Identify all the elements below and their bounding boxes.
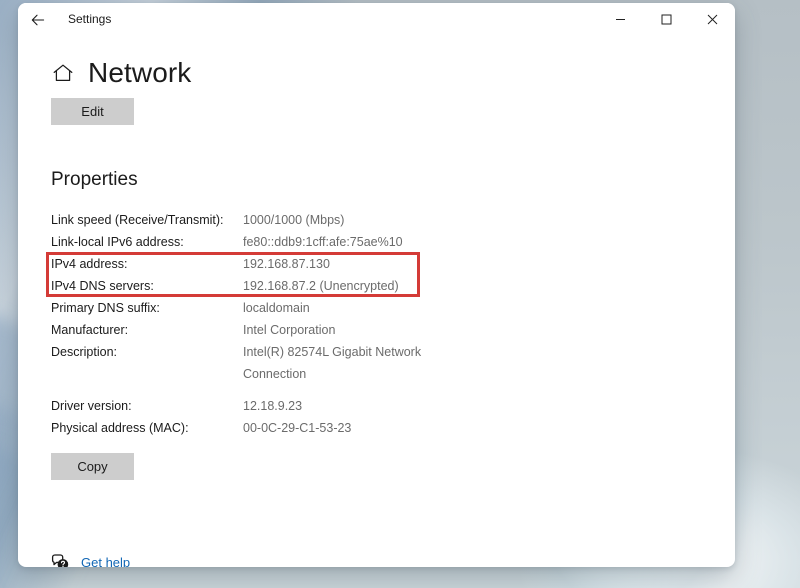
property-label: Driver version:: [51, 395, 243, 417]
table-row: IPv4 address: 192.168.87.130: [51, 253, 471, 275]
settings-page: Network Edit Properties Link speed (Rece…: [18, 57, 735, 567]
minimize-icon: [615, 14, 626, 25]
property-label: Physical address (MAC):: [51, 417, 243, 439]
maximize-icon: [661, 14, 672, 25]
minimize-button[interactable]: [597, 3, 643, 36]
home-icon: [51, 61, 75, 85]
property-value: 12.18.9.23: [243, 395, 302, 417]
window-titlebar: Settings: [18, 3, 735, 36]
property-label: Manufacturer:: [51, 319, 243, 341]
property-value: localdomain: [243, 297, 310, 319]
properties-heading: Properties: [51, 169, 735, 191]
table-row: IPv4 DNS servers: 192.168.87.2 (Unencryp…: [51, 275, 471, 297]
property-label: Link-local IPv6 address:: [51, 231, 243, 253]
back-button[interactable]: [24, 6, 52, 34]
property-label: Description:: [51, 341, 243, 363]
back-arrow-icon: [30, 12, 46, 28]
page-header: Network: [51, 57, 735, 89]
property-label: IPv4 address:: [51, 253, 243, 275]
page-title: Network: [88, 57, 191, 89]
edit-button[interactable]: Edit: [51, 98, 134, 125]
table-row: Primary DNS suffix: localdomain: [51, 297, 471, 319]
maximize-button[interactable]: [643, 3, 689, 36]
settings-window: Settings Network: [18, 3, 735, 567]
property-value: Intel Corporation: [243, 319, 335, 341]
property-value: 192.168.87.130: [243, 253, 330, 275]
close-icon: [707, 14, 718, 25]
table-row: Manufacturer: Intel Corporation: [51, 319, 471, 341]
table-row: Link-local IPv6 address: fe80::ddb9:1cff…: [51, 231, 471, 253]
property-value: Intel(R) 82574L Gigabit Network Connecti…: [243, 341, 433, 385]
help-bubble-icon: [51, 553, 70, 567]
get-help-link[interactable]: Get help: [51, 553, 735, 567]
property-label: Link speed (Receive/Transmit):: [51, 209, 243, 231]
table-row: Description: Intel(R) 82574L Gigabit Net…: [51, 341, 471, 385]
get-help-label: Get help: [81, 555, 130, 567]
app-title: Settings: [68, 12, 111, 26]
property-label: IPv4 DNS servers:: [51, 275, 243, 297]
table-row: Link speed (Receive/Transmit): 1000/1000…: [51, 209, 471, 231]
property-value: 1000/1000 (Mbps): [243, 209, 344, 231]
property-label: Primary DNS suffix:: [51, 297, 243, 319]
property-value: 00-0C-29-C1-53-23: [243, 417, 351, 439]
copy-button[interactable]: Copy: [51, 453, 134, 480]
window-controls: [597, 3, 735, 36]
table-row: Driver version: 12.18.9.23: [51, 395, 471, 417]
close-button[interactable]: [689, 3, 735, 36]
properties-table: Link speed (Receive/Transmit): 1000/1000…: [51, 209, 471, 439]
property-value: 192.168.87.2 (Unencrypted): [243, 275, 399, 297]
property-value: fe80::ddb9:1cff:afe:75ae%10: [243, 231, 403, 253]
table-row: Physical address (MAC): 00-0C-29-C1-53-2…: [51, 417, 471, 439]
